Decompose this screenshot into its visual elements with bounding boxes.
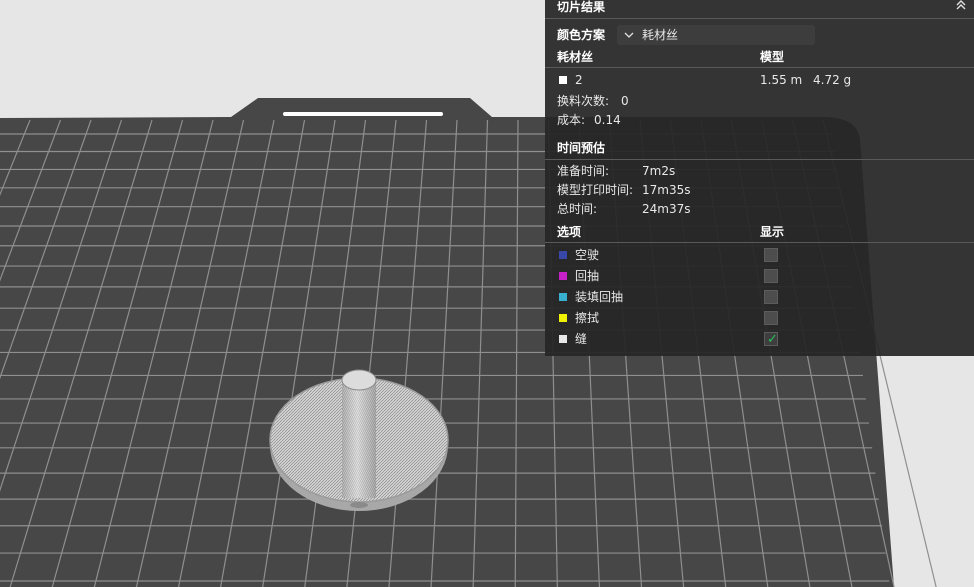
cost-row: 成本: 0.14 [545,110,974,130]
display-column-header: 显示 [760,225,785,239]
model-column-header: 模型 [760,50,785,64]
deretract-color-swatch [559,293,567,301]
option-label: 回抽 [575,269,600,283]
filament-column-header: 耗材丝 [557,50,594,64]
option-row-retract: 回抽 [545,266,974,286]
seam-color-swatch [559,335,567,343]
travel-visibility-checkbox[interactable] [764,248,778,262]
option-row-seam: 缝 ✓ [545,329,974,349]
model-print-time-value: 17m35s [642,183,691,197]
options-column-header: 选项 [557,225,582,239]
travel-color-swatch [559,251,567,259]
wipe-color-swatch [559,314,567,322]
filament-weight: 4.72 g [813,73,852,87]
panel-title: 切片结果 [557,0,606,14]
change-count-label: 换料次数: [557,94,610,108]
color-scheme-dropdown[interactable]: 耗材丝 [617,25,815,45]
option-row-deretract: 装填回抽 [545,287,974,307]
option-row-wipe: 擦拭 [545,308,974,328]
total-time-label: 总时间: [557,202,598,216]
retract-visibility-checkbox[interactable] [764,269,778,283]
change-count-row: 换料次数: 0 [545,91,974,111]
change-count-value: 0 [621,94,629,108]
option-row-travel: 空驶 [545,245,974,265]
filament-color-swatch [559,76,567,84]
option-label: 空驶 [575,248,600,262]
color-scheme-value: 耗材丝 [642,28,679,42]
option-label: 装填回抽 [575,290,624,304]
filament-row: 2 1.55 m 4.72 g [545,70,974,90]
filament-length: 1.55 m [760,73,803,87]
prepare-time-row: 准备时间: 7m2s [545,161,974,181]
cost-value: 0.14 [594,113,621,127]
slice-result-panel: 切片结果 颜色方案 耗材丝 耗材丝 模型 2 1.55 m 4.72 g 换料次… [545,0,974,356]
option-label: 擦拭 [575,311,600,325]
total-time-value: 24m37s [642,202,691,216]
total-time-row: 总时间: 24m37s [545,199,974,219]
filament-name: 2 [575,73,583,87]
model-print-time-label: 模型打印时间: [557,183,634,197]
wipe-visibility-checkbox[interactable] [764,311,778,325]
panel-header: 切片结果 [545,0,974,18]
model-print-time-row: 模型打印时间: 17m35s [545,180,974,200]
color-scheme-label: 颜色方案 [557,28,606,42]
plate-tab-label [283,112,443,116]
seam-visibility-checkbox[interactable]: ✓ [764,332,778,347]
prepare-time-value: 7m2s [642,164,676,178]
time-estimate-title: 时间预估 [557,141,606,155]
deretract-visibility-checkbox[interactable] [764,290,778,304]
option-label: 缝 [575,332,588,346]
check-icon: ✓ [767,332,778,347]
retract-color-swatch [559,272,567,280]
cost-label: 成本: [557,113,586,127]
prepare-time-label: 准备时间: [557,164,610,178]
double-chevron-up-icon[interactable] [954,0,968,18]
